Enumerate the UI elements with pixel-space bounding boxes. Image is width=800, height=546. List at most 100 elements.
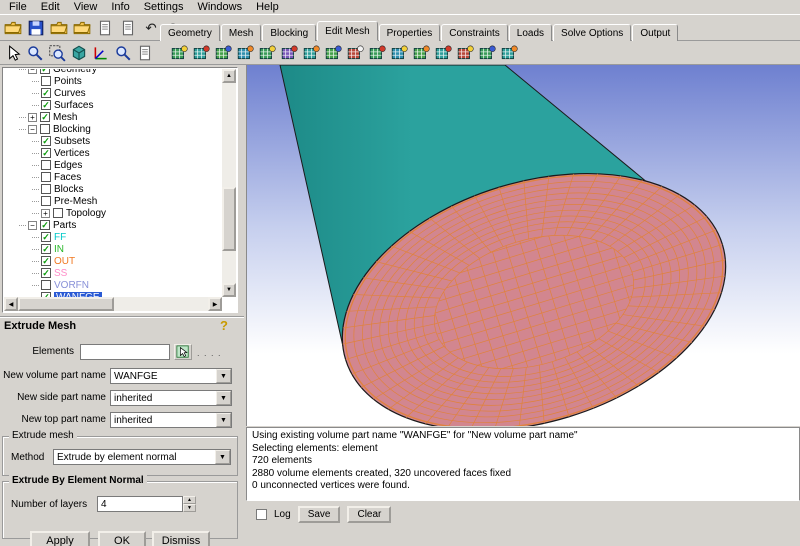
collapse-icon[interactable]: −: [28, 220, 37, 230]
smooth-elements-icon[interactable]: [213, 43, 233, 63]
tree-item-vorfn[interactable]: VORFN: [4, 279, 222, 291]
project-nodes-icon[interactable]: [411, 43, 431, 63]
save-mesh-icon[interactable]: [118, 18, 138, 38]
tree-checkbox[interactable]: ✓: [41, 268, 51, 278]
tree-item-out[interactable]: ✓ OUT: [4, 255, 222, 267]
expand-icon[interactable]: +: [28, 112, 37, 122]
volume-part-name-select[interactable]: WANFGE ▼: [110, 368, 232, 384]
chevron-down-icon[interactable]: ▼: [216, 391, 231, 405]
tree-vertical-scrollbar[interactable]: ▲ ▼: [222, 69, 236, 297]
viewport-3d[interactable]: [246, 65, 800, 426]
method-select[interactable]: Extrude by element normal ▼: [53, 449, 231, 465]
side-part-name-select[interactable]: inherited ▼: [110, 390, 232, 406]
tab-mesh[interactable]: Mesh: [220, 24, 262, 41]
merge-nodes-icon[interactable]: [301, 43, 321, 63]
tree-checkbox[interactable]: [41, 160, 51, 170]
chevron-down-icon[interactable]: ▼: [215, 450, 230, 464]
menu-settings[interactable]: Settings: [137, 0, 191, 14]
spin-up-icon[interactable]: ▲: [183, 496, 196, 504]
scroll-right-button[interactable]: ▶: [208, 297, 222, 311]
tree-checkbox[interactable]: [41, 280, 51, 290]
vertical-scrollbar-thumb[interactable]: [222, 187, 236, 251]
save-geometry-icon[interactable]: [95, 18, 115, 38]
tree-checkbox[interactable]: [41, 184, 51, 194]
tab-properties[interactable]: Properties: [378, 24, 441, 41]
tree-item-parts[interactable]: − ✓ Parts: [4, 219, 222, 231]
tree-checkbox[interactable]: ✓: [41, 244, 51, 254]
tab-blocking[interactable]: Blocking: [262, 24, 317, 41]
tree-item-pre-mesh[interactable]: Pre-Mesh: [4, 195, 222, 207]
transform-elements-icon[interactable]: [279, 43, 299, 63]
scroll-down-button[interactable]: ▼: [222, 283, 236, 297]
fit-window-icon[interactable]: [47, 43, 67, 63]
dismiss-button[interactable]: Dismiss: [152, 531, 210, 546]
screen-layout-icon[interactable]: [135, 43, 155, 63]
split-edges-icon[interactable]: [323, 43, 343, 63]
save-project-icon[interactable]: [26, 18, 46, 38]
tab-geometry[interactable]: Geometry: [160, 24, 220, 41]
number-of-layers-input[interactable]: [97, 496, 183, 512]
tab-edit-mesh[interactable]: Edit Mesh: [317, 21, 378, 41]
scroll-up-button[interactable]: ▲: [222, 69, 236, 83]
tree-checkbox[interactable]: ✓: [41, 148, 51, 158]
open-geometry-icon[interactable]: [49, 18, 69, 38]
tree-item-ss[interactable]: ✓ SS: [4, 267, 222, 279]
horizontal-scrollbar-thumb[interactable]: [18, 297, 114, 311]
tree-item-faces[interactable]: Faces: [4, 171, 222, 183]
isometric-view-icon[interactable]: [69, 43, 89, 63]
open-project-icon[interactable]: [3, 18, 23, 38]
menu-file[interactable]: File: [2, 0, 34, 14]
refine-elements-icon[interactable]: [235, 43, 255, 63]
tree-checkbox[interactable]: [41, 196, 51, 206]
tree-item-blocking[interactable]: − Blocking: [4, 123, 222, 135]
menu-info[interactable]: Info: [104, 0, 136, 14]
save-log-button[interactable]: Save: [297, 505, 341, 523]
menu-view[interactable]: View: [67, 0, 105, 14]
collapse-icon[interactable]: −: [28, 124, 37, 134]
clear-log-button[interactable]: Clear: [347, 505, 392, 523]
tree-checkbox[interactable]: ✓: [41, 256, 51, 266]
apply-button[interactable]: Apply: [30, 531, 90, 546]
zoom-window-icon[interactable]: [25, 43, 45, 63]
tree-item-blocks[interactable]: Blocks: [4, 183, 222, 195]
tree-item-edges[interactable]: Edges: [4, 159, 222, 171]
tab-output[interactable]: Output: [632, 24, 679, 41]
tree-checkbox[interactable]: [53, 208, 63, 218]
move-nodes-icon[interactable]: [389, 43, 409, 63]
renumber-mesh-icon[interactable]: [433, 43, 453, 63]
tree-item-ff[interactable]: ✓ FF: [4, 231, 222, 243]
measure-distance-icon[interactable]: [113, 43, 133, 63]
message-window[interactable]: Using existing volume part name "WANFGE"…: [246, 427, 800, 501]
tree-checkbox[interactable]: [40, 124, 50, 134]
tree-checkbox[interactable]: ✓: [41, 88, 51, 98]
tree-checkbox[interactable]: ✓: [40, 112, 50, 122]
tab-loads[interactable]: Loads: [508, 24, 553, 41]
swap-edges-icon[interactable]: [367, 43, 387, 63]
tab-solve-options[interactable]: Solve Options: [553, 24, 632, 41]
undo-icon[interactable]: ↶: [141, 18, 161, 38]
tree-horizontal-scrollbar[interactable]: ◀ ▶: [4, 297, 222, 311]
expand-icon[interactable]: +: [41, 208, 50, 218]
tree-checkbox[interactable]: ✓: [41, 232, 51, 242]
check-mesh-icon[interactable]: [499, 43, 519, 63]
chevron-down-icon[interactable]: ▼: [216, 413, 231, 427]
tree-item-in[interactable]: ✓ IN: [4, 243, 222, 255]
tree-item-vertices[interactable]: ✓ Vertices: [4, 147, 222, 159]
spin-down-icon[interactable]: ▼: [183, 504, 196, 512]
menu-edit[interactable]: Edit: [34, 0, 67, 14]
tree-checkbox[interactable]: [41, 172, 51, 182]
open-mesh-icon[interactable]: [72, 18, 92, 38]
tree-item-surfaces[interactable]: ✓ Surfaces: [4, 99, 222, 111]
tree-item-curves[interactable]: ✓ Curves: [4, 87, 222, 99]
menu-help[interactable]: Help: [249, 0, 286, 14]
tree-checkbox[interactable]: [41, 76, 51, 86]
log-checkbox[interactable]: [256, 508, 267, 520]
tree-item-mesh[interactable]: + ✓ Mesh: [4, 111, 222, 123]
menu-windows[interactable]: Windows: [190, 0, 249, 14]
create-elements-icon[interactable]: [169, 43, 189, 63]
tree-item-points[interactable]: Points: [4, 75, 222, 87]
delete-elements-icon[interactable]: [455, 43, 475, 63]
tree-checkbox[interactable]: ✓: [41, 136, 51, 146]
tree-checkbox[interactable]: ✓: [40, 220, 50, 230]
tree-checkbox[interactable]: ✓: [40, 69, 50, 74]
